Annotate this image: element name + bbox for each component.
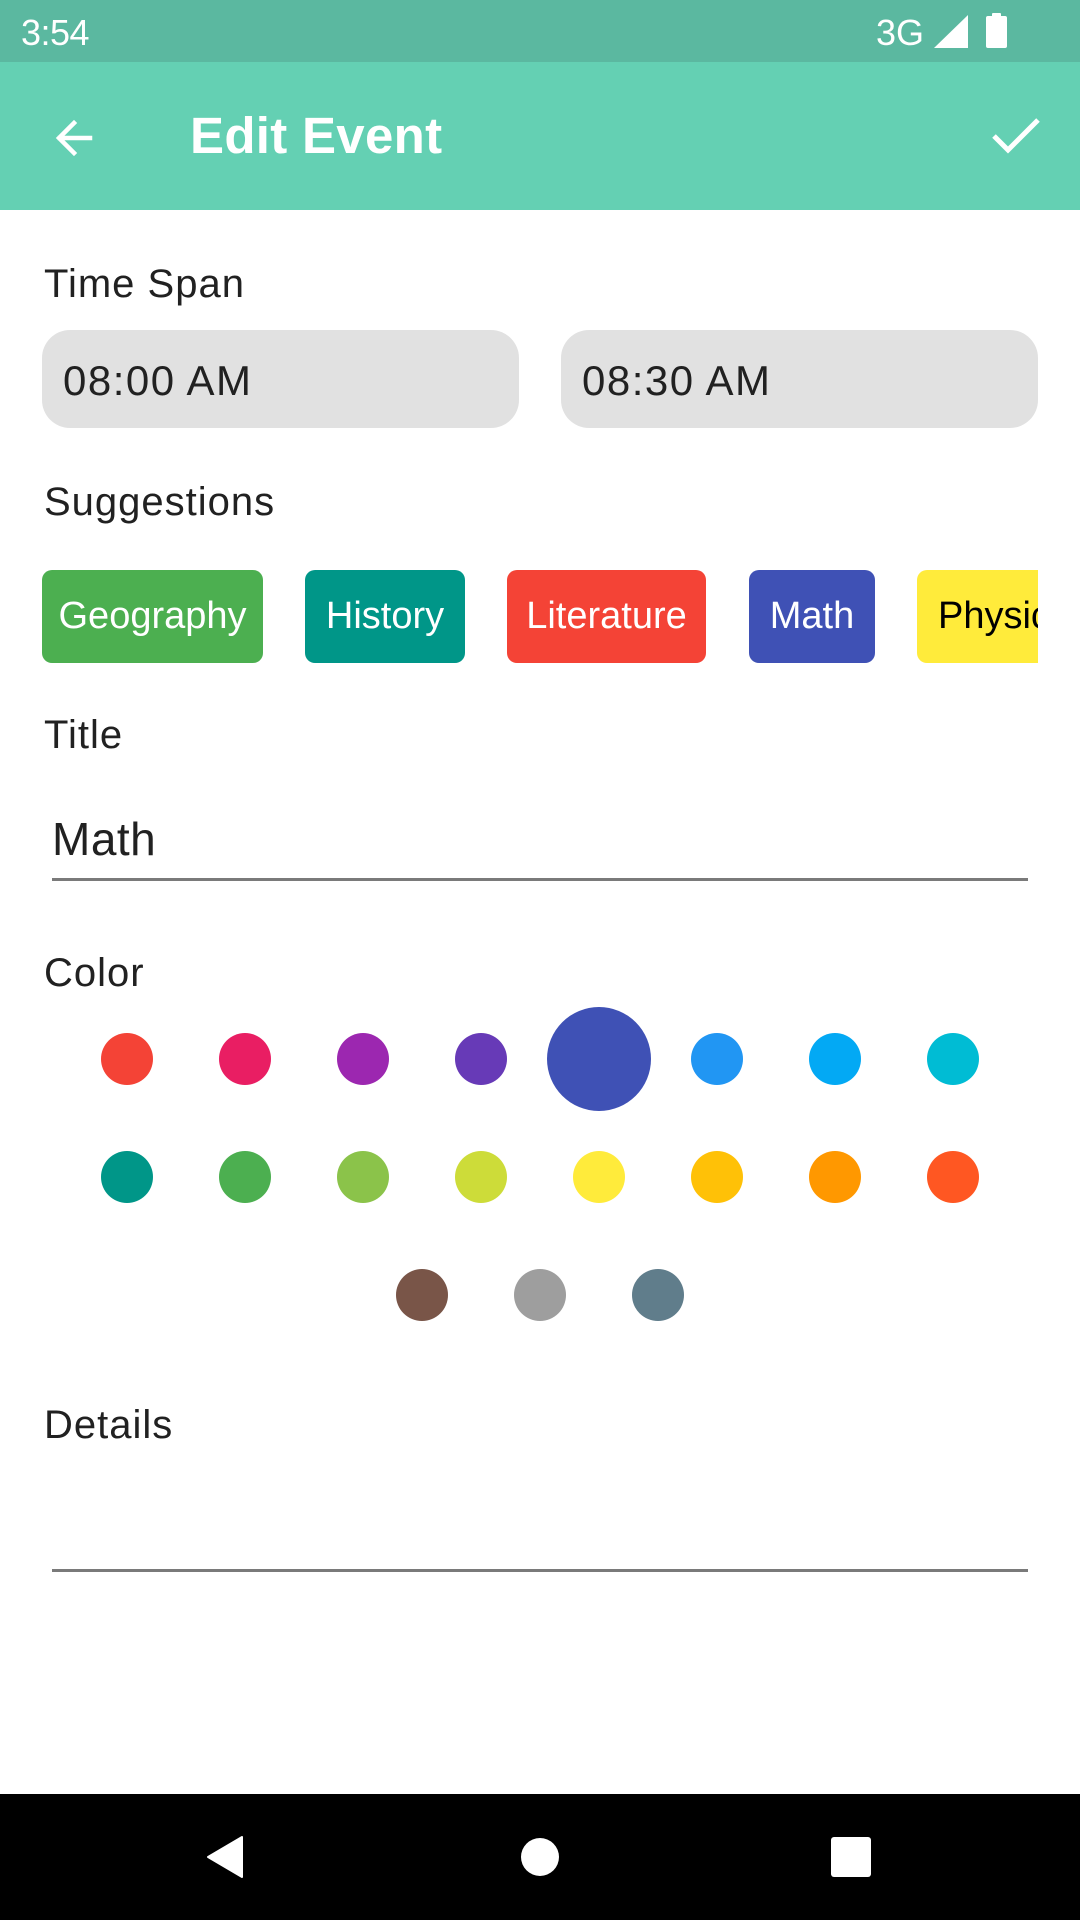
color-swatch[interactable]	[809, 1033, 861, 1085]
suggestion-chips[interactable]: Geography History Literature Math Physic…	[42, 570, 1038, 663]
chip-label: History	[325, 595, 445, 637]
status-bar: 3:54 3G	[0, 0, 1080, 62]
details-input[interactable]	[52, 1500, 1028, 1572]
title-input[interactable]: Math	[52, 812, 1028, 881]
nav-home-icon	[521, 1838, 559, 1876]
status-time: 3:54	[21, 12, 90, 53]
app-bar: Edit Event	[0, 62, 1080, 210]
time-span-label: Time Span	[44, 262, 245, 306]
nav-home-button[interactable]	[485, 1812, 595, 1902]
system-nav-bar	[0, 1794, 1080, 1920]
save-button[interactable]	[976, 96, 1056, 176]
color-swatch[interactable]	[219, 1033, 271, 1085]
color-swatch-selected[interactable]	[547, 1007, 651, 1111]
chip-math[interactable]: Math	[749, 570, 875, 663]
suggestions-label: Suggestions	[44, 480, 276, 524]
color-swatch[interactable]	[337, 1033, 389, 1085]
color-swatch[interactable]	[691, 1151, 743, 1203]
page-title: Edit Event	[190, 107, 443, 164]
color-swatch[interactable]	[101, 1033, 153, 1085]
color-label: Color	[44, 951, 145, 995]
color-swatch[interactable]	[691, 1033, 743, 1085]
color-swatch[interactable]	[101, 1151, 153, 1203]
nav-recents-icon	[831, 1837, 871, 1877]
chip-label: Geography	[58, 595, 247, 637]
arrow-back-icon	[55, 119, 93, 157]
color-swatch[interactable]	[455, 1151, 507, 1203]
color-swatch[interactable]	[927, 1151, 979, 1203]
start-time-value: 08:00 AM	[63, 357, 253, 404]
chip-label: Physics	[938, 595, 1038, 637]
nav-back-button[interactable]	[170, 1812, 280, 1902]
end-time-value: 08:30 AM	[582, 357, 772, 404]
signal-icon	[934, 15, 968, 48]
chip-literature[interactable]: Literature	[507, 570, 706, 663]
color-swatch[interactable]	[573, 1151, 625, 1203]
network-type: 3G	[876, 12, 925, 53]
back-button[interactable]	[34, 98, 114, 178]
chip-label: Literature	[526, 595, 687, 637]
color-swatch[interactable]	[396, 1269, 448, 1321]
end-time-picker[interactable]: 08:30 AM	[561, 330, 1038, 428]
title-label: Title	[44, 713, 124, 757]
color-swatch[interactable]	[337, 1151, 389, 1203]
color-swatch[interactable]	[632, 1269, 684, 1321]
title-input-value: Math	[52, 813, 157, 865]
details-label: Details	[44, 1403, 174, 1447]
chip-geography[interactable]: Geography	[42, 570, 263, 663]
color-swatch[interactable]	[219, 1151, 271, 1203]
chip-physics[interactable]: Physics	[917, 570, 1038, 663]
battery-icon	[986, 13, 1007, 48]
color-swatch[interactable]	[514, 1269, 566, 1321]
color-swatch[interactable]	[927, 1033, 979, 1085]
chip-label: Math	[769, 595, 855, 637]
color-swatch[interactable]	[455, 1033, 507, 1085]
check-icon	[992, 118, 1040, 154]
color-swatch[interactable]	[809, 1151, 861, 1203]
nav-recents-button[interactable]	[796, 1812, 906, 1902]
chip-history[interactable]: History	[305, 570, 465, 663]
start-time-picker[interactable]: 08:00 AM	[42, 330, 519, 428]
nav-back-icon	[207, 1836, 243, 1878]
